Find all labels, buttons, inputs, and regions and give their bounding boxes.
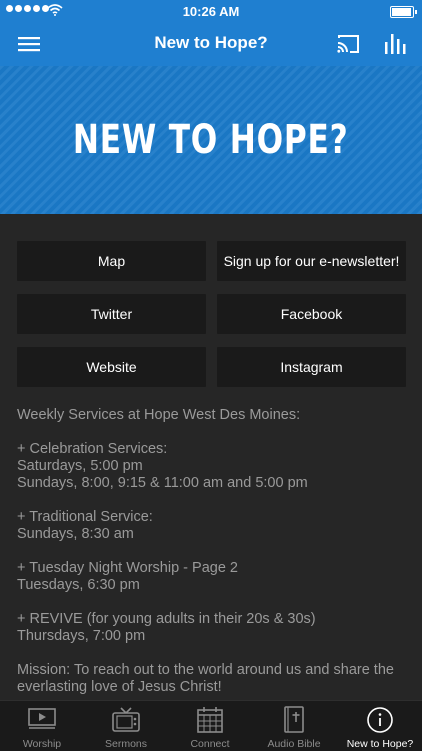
- twitter-button[interactable]: Twitter: [17, 294, 206, 334]
- tab-sermons[interactable]: Sermons: [84, 701, 168, 751]
- tab-label: Worship: [22, 738, 62, 750]
- info-icon: [367, 707, 393, 733]
- revive-time: Thursdays, 7:00 pm: [17, 628, 146, 644]
- hero-heading: NEW TO HOPE?: [73, 117, 349, 163]
- revive-service: + REVIVE (for young adults in their 20s …: [17, 611, 412, 645]
- play-icon: [28, 708, 56, 729]
- tuesday-worship: + Tuesday Night Worship - Page 2 Tuesday…: [17, 560, 412, 594]
- tab-bar: Worship Sermons Connect Audio Bible New …: [0, 700, 422, 751]
- calendar-icon: [197, 707, 223, 733]
- tv-icon: [112, 707, 140, 732]
- tab-label: Sermons: [104, 738, 147, 750]
- nav-bar: New to Hope?: [0, 22, 422, 66]
- traditional-title: + Traditional Service:: [17, 509, 153, 525]
- facebook-button[interactable]: Facebook: [217, 294, 406, 334]
- status-bar: 10:26 AM: [0, 0, 422, 22]
- services-intro: Weekly Services at Hope West Des Moines:: [17, 407, 301, 423]
- tab-new-to-hope[interactable]: New to Hope?: [338, 701, 422, 751]
- tuesday-title: + Tuesday Night Worship - Page 2: [17, 560, 238, 576]
- instagram-button[interactable]: Instagram: [217, 347, 406, 387]
- battery-icon: [390, 6, 417, 18]
- tab-label: New to Hope?: [346, 738, 414, 750]
- traditional-time: Sundays, 8:30 am: [17, 526, 134, 542]
- tab-label: Connect: [190, 738, 230, 750]
- celebration-saturday: Saturdays, 5:00 pm: [17, 458, 143, 474]
- cast-icon[interactable]: [336, 32, 360, 56]
- status-time: 10:26 AM: [182, 4, 240, 19]
- hero-banner: NEW TO HOPE?: [0, 66, 422, 214]
- content-area[interactable]: Map Sign up for our e-newsletter! Twitte…: [0, 214, 422, 700]
- tab-label: Audio Bible: [267, 738, 321, 750]
- service-info: Weekly Services at Hope West Des Moines:…: [17, 407, 412, 700]
- bible-icon: [284, 706, 304, 733]
- tab-connect[interactable]: Connect: [168, 701, 252, 751]
- celebration-title: + Celebration Services:: [17, 441, 168, 457]
- website-button[interactable]: Website: [17, 347, 206, 387]
- celebration-sunday: Sundays, 8:00, 9:15 & 11:00 am and 5:00 …: [17, 475, 308, 491]
- traditional-service: + Traditional Service: Sundays, 8:30 am: [17, 509, 412, 543]
- tab-audio-bible[interactable]: Audio Bible: [252, 701, 336, 751]
- mission-statement: Mission: To reach out to the world aroun…: [17, 662, 394, 695]
- tab-worship[interactable]: Worship: [0, 701, 84, 751]
- tuesday-time: Tuesdays, 6:30 pm: [17, 577, 140, 593]
- map-button[interactable]: Map: [17, 241, 206, 281]
- revive-title: + REVIVE (for young adults in their 20s …: [17, 611, 316, 627]
- newsletter-button[interactable]: Sign up for our e-newsletter!: [217, 241, 406, 281]
- celebration-services: + Celebration Services: Saturdays, 5:00 …: [17, 441, 412, 492]
- equalizer-icon[interactable]: [383, 32, 407, 56]
